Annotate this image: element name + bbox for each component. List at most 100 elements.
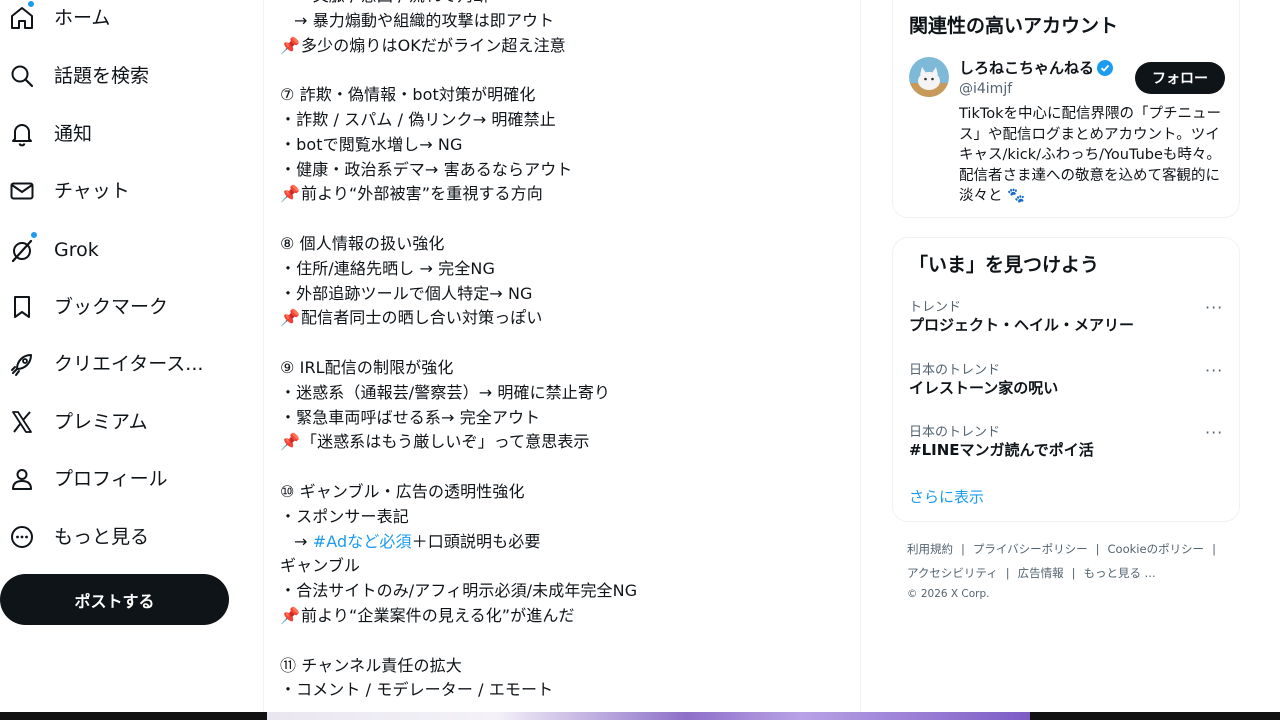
footer-link[interactable]: アクセシビリティ — [907, 566, 998, 580]
account-avatar[interactable] — [909, 57, 949, 97]
nav-item-more[interactable]: もっと見る — [0, 515, 240, 559]
verified-badge-icon — [1097, 60, 1113, 76]
nav-item-notifications[interactable]: 通知 — [0, 112, 240, 156]
home-icon — [8, 4, 36, 32]
post-line-text: ・詐欺 / スパム / 偽リンク→ 明確禁止 — [280, 109, 556, 129]
who-to-follow-card: 関連性の高いアカウント しろねこちゃんねる @i4imjf フォロー TikTo… — [892, 0, 1240, 218]
notification-dot — [30, 231, 38, 239]
nav-item-bookmarks[interactable]: ブックマーク — [0, 285, 240, 329]
more-options-icon[interactable]: ··· — [1205, 361, 1223, 380]
post-line: ⑧ 個人情報の扱い強化 — [280, 232, 850, 257]
nav-label: ブックマーク — [54, 296, 169, 318]
nav-item-profile[interactable]: プロフィール — [0, 457, 240, 501]
account-handle[interactable]: @i4imjf — [959, 81, 1012, 97]
trends-title: 「いま」を見つけよう — [909, 254, 1100, 276]
right-sidebar: 関連性の高いアカウント しろねこちゃんねる @i4imjf フォロー TikTo… — [862, 0, 1280, 712]
footer-link[interactable]: プライバシーポリシー — [973, 542, 1088, 556]
trend-context: 日本のトレンド — [909, 425, 1001, 440]
nav-label: 話題を検索 — [54, 65, 150, 87]
hashtag-link[interactable]: #Adなど必須 — [313, 532, 412, 551]
trend-item[interactable]: トレンド プロジェクト・ヘイル・メアリー ··· — [893, 296, 1239, 352]
pushpin-icon: 📌 — [280, 308, 301, 328]
post-line: ・詐欺 / スパム / 偽リンク→ 明確禁止 — [280, 108, 850, 133]
post-line-text: ⑩ ギャンブル・広告の透明性強化 — [280, 481, 525, 501]
post-line-text: 配信者同士の晒し合い対策っぽい — [301, 308, 543, 328]
footer-link[interactable]: 利用規約 — [907, 542, 953, 556]
bookmark-icon — [8, 293, 36, 321]
post-line-text: ・緊急車両呼ばせる系→ 完全アウト — [280, 407, 541, 427]
post-line-text: → 暴力煽動や組織的攻撃は即アウト — [294, 10, 555, 30]
footer-link[interactable]: もっと見る ... — [1083, 566, 1155, 580]
grok-icon — [8, 236, 36, 264]
post-line: ・迷惑系（通報芸/警察芸）→ 明確に禁止寄り — [280, 381, 850, 406]
post-line-text: ・合法サイトのみ/アフィ明示必須/未成年完全NG — [280, 581, 638, 601]
account-bio: TikTokを中心に配信界隈の「プチニュース」や配信ログまとめアカウント。ツイキ… — [959, 106, 1221, 204]
nav-label: プロフィール — [54, 468, 168, 490]
post-line: ・コメント / モデレーター / エモート — [280, 678, 850, 703]
trend-item[interactable]: 日本のトレンド イレストーン家の呪い ··· — [893, 359, 1239, 415]
post-line-text: ・健康・政治系デマ→ 害あるならアウト — [280, 159, 573, 179]
post-line: ⑦ 詐欺・偽情報・bot対策が明確化 — [280, 83, 850, 108]
post-line: ギャンブル — [280, 554, 850, 579]
post-line: → 暴力煽動や組織的攻撃は即アウト — [280, 9, 850, 34]
post-line: ・緊急車両呼ばせる系→ 完全アウト — [280, 406, 850, 431]
trend-item[interactable]: 日本のトレンド #LINEマンガ読んでポイ活 ··· — [893, 421, 1239, 477]
post-line-text: 多少の煽りはOKだがライン超え注意 — [301, 35, 566, 55]
post-line: 📌前より“企業案件の見える化”が進んだ — [280, 604, 850, 629]
post-column: → 文脈 / 意図 / 流れで判断→ 暴力煽動や組織的攻撃は即アウト📌多少の煽り… — [265, 0, 861, 712]
pushpin-icon: 📌 — [280, 605, 301, 625]
post-line-text: ギャンブル — [280, 556, 361, 576]
post-line-text: → 文脈 / 意図 / 流れで判断 — [294, 0, 489, 5]
nav-label: ホーム — [54, 7, 111, 29]
footer-separator: | — [1212, 542, 1216, 556]
search-icon — [8, 62, 36, 90]
post-line: ⑪ チャンネル責任の拡大 — [280, 654, 850, 679]
footer-separator: | — [1071, 566, 1076, 580]
post-line-text: ・スポンサー表記 — [280, 506, 409, 526]
more-options-icon[interactable]: ··· — [1205, 298, 1223, 317]
account-name[interactable]: しろねこちゃんねる — [959, 57, 1094, 78]
trend-name: イレストーン家の呪い — [909, 379, 1059, 397]
post-line: ・外部追跡ツールで個人特定→ NG — [280, 282, 850, 307]
copyright: © 2026 X Corp. — [907, 588, 990, 600]
nav-item-grok[interactable]: Grok — [0, 228, 240, 272]
follow-button[interactable]: フォロー — [1135, 62, 1225, 94]
post-line-text: ⑦ 詐欺・偽情報・bot対策が明確化 — [280, 85, 536, 105]
post-line: ・住所/連絡先晒し → 完全NG — [280, 257, 850, 282]
post-line-text: 「迷惑系はもう厳しいぞ」って意思表示 — [301, 432, 590, 452]
nav-item-home[interactable]: ホーム — [0, 0, 240, 40]
notification-dot — [27, 0, 35, 8]
nav-item-premium[interactable]: プレミアム — [0, 400, 240, 444]
post-line-text: 前より“外部被害”を重視する方向 — [301, 184, 543, 204]
nav-label: チャット — [54, 180, 130, 202]
more-options-icon[interactable]: ··· — [1205, 423, 1223, 442]
post-line-text: → — [294, 531, 313, 551]
person-icon — [8, 465, 36, 493]
footer-link[interactable]: Cookieのポリシー — [1108, 542, 1205, 556]
nav-item-chat[interactable]: チャット — [0, 169, 240, 213]
more-circle-icon — [8, 523, 36, 551]
post-line-text: ・外部追跡ツールで個人特定→ NG — [280, 283, 533, 303]
footer-separator: | — [1005, 566, 1010, 580]
nav-item-creator[interactable]: クリエイタース... — [0, 342, 240, 386]
nav-item-explore[interactable]: 話題を検索 — [0, 54, 240, 98]
footer-separator: | — [961, 542, 965, 556]
trends-card: 「いま」を見つけよう トレンド プロジェクト・ヘイル・メアリー ··· 日本のトレンド… — [892, 237, 1240, 522]
post-button[interactable]: ポストする — [0, 574, 229, 625]
post-line: 📌前より“外部被害”を重視する方向 — [280, 182, 850, 207]
post-text: → 文脈 / 意図 / 流れで判断→ 暴力煽動や組織的攻撃は即アウト📌多少の煽り… — [280, 0, 850, 703]
nav-label: もっと見る — [54, 526, 150, 548]
footer-link[interactable]: 広告情報 — [1018, 566, 1064, 580]
nav-label: Grok — [54, 239, 99, 261]
post-line: 📌多少の煽りはOKだがライン超え注意 — [280, 34, 850, 59]
who-to-follow-title: 関連性の高いアカウント — [909, 15, 1119, 37]
post-line: ・botで閲覧水増し→ NG — [280, 133, 850, 158]
footer-separator: | — [1095, 542, 1100, 556]
show-more-link[interactable]: さらに表示 — [909, 486, 984, 507]
nav-label: プレミアム — [54, 411, 148, 433]
post-line: ・スポンサー表記 — [280, 505, 850, 530]
